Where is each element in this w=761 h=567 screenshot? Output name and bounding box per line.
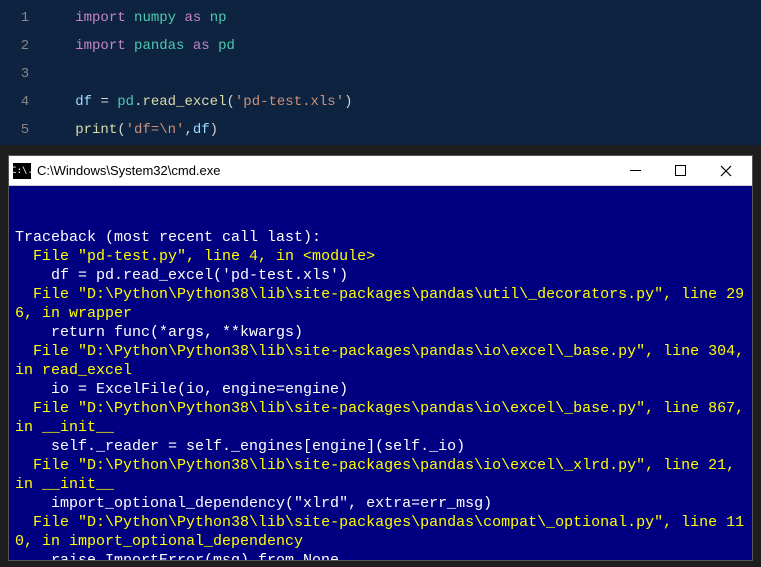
terminal-line: File "D:\Python\Python38\lib\site-packag… [15,342,746,380]
terminal-line: File "D:\Python\Python38\lib\site-packag… [15,513,746,551]
code-content[interactable]: print('df=\n',df) [50,116,761,144]
terminal-line: raise ImportError(msg) from None [15,551,746,560]
editor-line[interactable]: 5 print('df=\n',df) [0,116,761,144]
editor-line[interactable]: 1 import numpy as np [0,4,761,32]
cmd-icon: C:\. [13,163,31,179]
line-number: 4 [0,88,50,116]
code-content[interactable] [50,60,761,88]
traceback-text: Traceback (most recent call last): File … [15,228,746,560]
code-editor[interactable]: 1 import numpy as np2 import pandas as p… [0,0,761,145]
editor-line[interactable]: 2 import pandas as pd [0,32,761,60]
terminal-line: File "D:\Python\Python38\lib\site-packag… [15,285,746,323]
terminal-line: Traceback (most recent call last): [15,228,746,247]
maximize-button[interactable] [658,156,703,186]
minimize-button[interactable] [613,156,658,186]
terminal-window: C:\. C:\Windows\System32\cmd.exe Traceba… [8,155,753,561]
terminal-output[interactable]: Traceback (most recent call last): File … [9,186,752,560]
line-number: 2 [0,32,50,60]
terminal-line: File "D:\Python\Python38\lib\site-packag… [15,399,746,437]
terminal-line: File "pd-test.py", line 4, in <module> [15,247,746,266]
terminal-line: return func(*args, **kwargs) [15,323,746,342]
line-number: 3 [0,60,50,88]
titlebar[interactable]: C:\. C:\Windows\System32\cmd.exe [9,156,752,186]
close-button[interactable] [703,156,748,186]
terminal-line: io = ExcelFile(io, engine=engine) [15,380,746,399]
window-title: C:\Windows\System32\cmd.exe [37,163,613,178]
line-number: 5 [0,116,50,144]
line-number: 1 [0,4,50,32]
code-content[interactable]: df = pd.read_excel('pd-test.xls') [50,88,761,116]
terminal-line: self._reader = self._engines[engine](sel… [15,437,746,456]
code-content[interactable]: import numpy as np [50,4,761,32]
editor-line[interactable]: 3 [0,60,761,88]
terminal-line: File "D:\Python\Python38\lib\site-packag… [15,456,746,494]
code-content[interactable]: import pandas as pd [50,32,761,60]
terminal-line: import_optional_dependency("xlrd", extra… [15,494,746,513]
editor-line[interactable]: 4 df = pd.read_excel('pd-test.xls') [0,88,761,116]
terminal-line: df = pd.read_excel('pd-test.xls') [15,266,746,285]
